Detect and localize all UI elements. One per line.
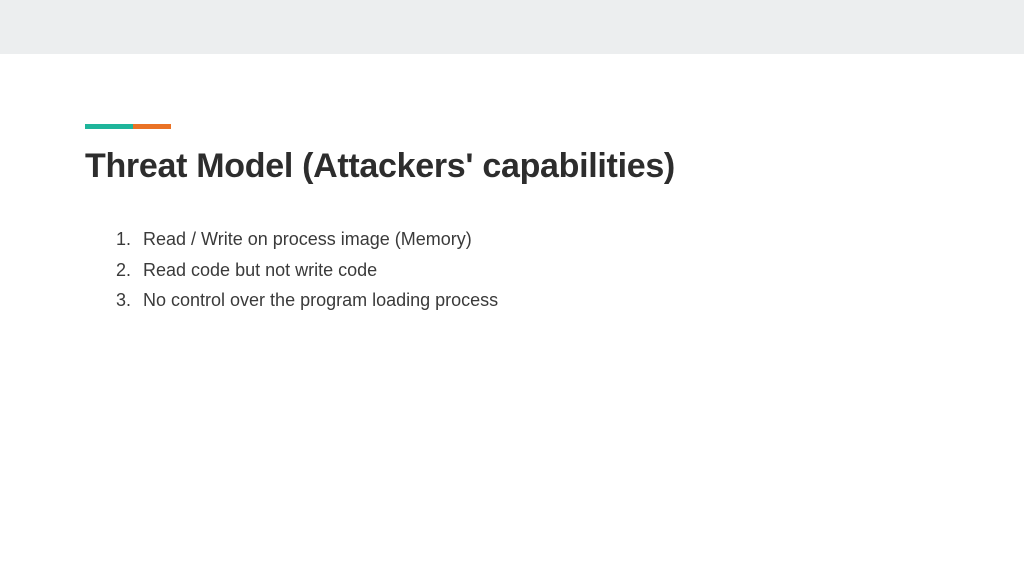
list-number: 3.	[115, 285, 143, 316]
accent-orange-segment	[133, 124, 171, 129]
list-number: 2.	[115, 255, 143, 286]
capabilities-list: 1. Read / Write on process image (Memory…	[85, 224, 939, 316]
list-text: Read code but not write code	[143, 255, 377, 286]
accent-teal-segment	[85, 124, 133, 129]
accent-divider	[85, 124, 939, 129]
list-text: No control over the program loading proc…	[143, 285, 498, 316]
slide-title: Threat Model (Attackers' capabilities)	[85, 147, 939, 186]
header-bar	[0, 0, 1024, 54]
list-item: 3. No control over the program loading p…	[115, 285, 939, 316]
list-item: 2. Read code but not write code	[115, 255, 939, 286]
list-number: 1.	[115, 224, 143, 255]
list-item: 1. Read / Write on process image (Memory…	[115, 224, 939, 255]
slide-content: Threat Model (Attackers' capabilities) 1…	[0, 54, 1024, 316]
list-text: Read / Write on process image (Memory)	[143, 224, 472, 255]
